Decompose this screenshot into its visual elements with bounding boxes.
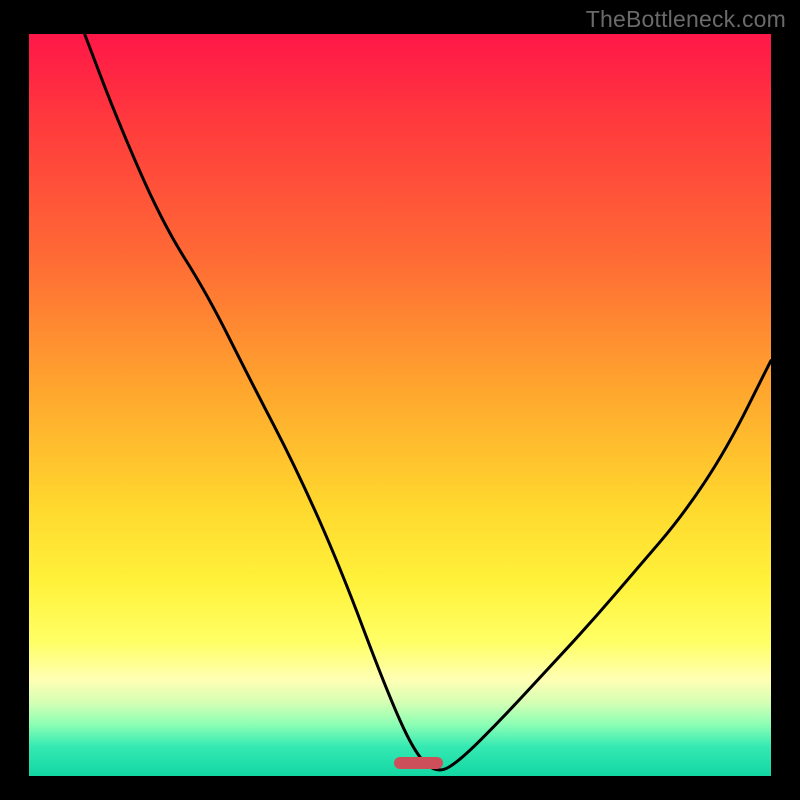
plot-area: [29, 34, 771, 776]
curve-layer: [29, 34, 771, 776]
watermark-text: TheBottleneck.com: [586, 6, 786, 33]
bottleneck-curve: [85, 34, 771, 770]
chart-frame: TheBottleneck.com: [0, 0, 800, 800]
sweet-spot-marker: [394, 757, 442, 769]
